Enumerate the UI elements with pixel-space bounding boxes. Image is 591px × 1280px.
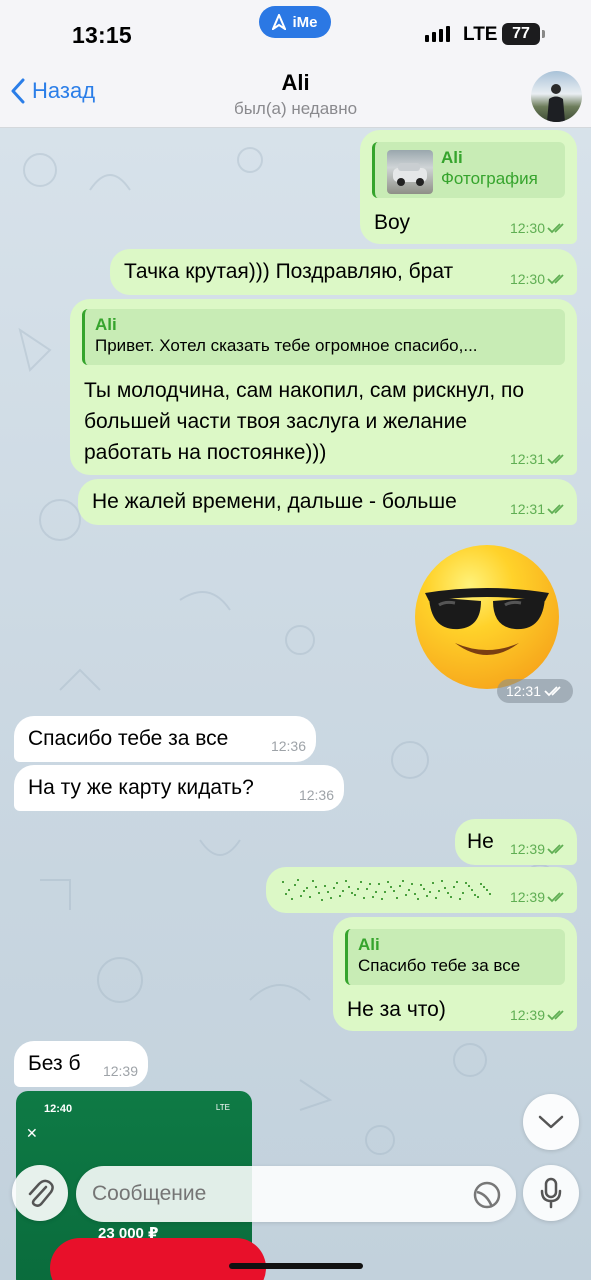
reply-author: Ali: [441, 148, 463, 167]
top-bar: 13:15 iMe LTE 77 Назад Ali был(а) недавн…: [0, 0, 591, 128]
message-bubble[interactable]: Ali Фотография Воу 12:30: [360, 130, 577, 244]
message-meta: 12:39: [103, 1063, 138, 1079]
reply-quote[interactable]: Ali Спасибо тебе за все: [345, 929, 565, 985]
message-time: 12:31: [505, 683, 542, 699]
double-check-icon: [547, 504, 564, 515]
microphone-icon: [540, 1177, 562, 1209]
message-meta: 12:36: [271, 738, 306, 754]
reply-photo-thumbnail: [387, 150, 433, 194]
screenshot-network: LTE: [215, 1103, 230, 1112]
message-text: Тачка крутая))) Поздравляю, брат: [124, 260, 454, 283]
battery-level: 77: [512, 25, 530, 42]
message-time: 12:30: [509, 271, 545, 287]
message-time: 12:30: [509, 220, 545, 236]
double-check-icon: [547, 892, 564, 903]
message-bubble[interactable]: Ali Привет. Хотел сказать тебе огромное …: [70, 299, 577, 475]
microphone-button[interactable]: [523, 1165, 579, 1221]
screenshot-time: 12:40: [44, 1103, 73, 1115]
message-meta: 12:31: [497, 679, 573, 703]
message-time: 12:31: [509, 501, 545, 517]
message-meta: 12:39: [510, 1007, 567, 1023]
message-bubble[interactable]: 12:39: [266, 867, 577, 913]
message-meta: 12:39: [510, 841, 567, 857]
message-bubble[interactable]: Без б 12:39: [14, 1041, 148, 1087]
message-meta: 12:39: [510, 889, 567, 905]
message-text: Спасибо тебе за все: [28, 727, 229, 750]
message-text: Без б: [28, 1052, 81, 1075]
double-check-icon: [547, 223, 564, 234]
message-text: Воу: [374, 211, 410, 234]
sunglasses-emoji-icon[interactable]: [415, 545, 559, 689]
status-time: 13:15: [72, 22, 132, 48]
double-check-icon: [547, 1010, 564, 1021]
double-check-icon: [547, 844, 564, 855]
avatar[interactable]: [531, 71, 582, 122]
attach-button[interactable]: [12, 1165, 68, 1221]
message-text: На ту же карту кидать?: [28, 776, 254, 799]
signal-icon: [425, 26, 450, 42]
message-time: 12:36: [298, 787, 334, 803]
sticker-icon: [473, 1181, 501, 1209]
double-check-icon: [547, 274, 564, 285]
double-check-icon: [547, 454, 564, 465]
reply-author: Ali: [95, 315, 117, 334]
spoiler-text[interactable]: [280, 877, 496, 903]
chat-title[interactable]: Ali: [0, 70, 591, 96]
message-composer: [0, 1152, 591, 1280]
reply-author: Ali: [358, 935, 380, 954]
home-indicator: [229, 1263, 363, 1269]
chevron-down-icon: [538, 1115, 564, 1129]
message-bubble[interactable]: На ту же карту кидать? 12:36: [14, 765, 344, 811]
message-time: 12:39: [509, 1007, 545, 1023]
reply-text: Спасибо тебе за все: [358, 956, 521, 975]
message-time: 12:31: [509, 451, 545, 467]
message-text: Не за что): [347, 998, 446, 1021]
message-meta: 12:30: [510, 220, 567, 236]
sticker-button[interactable]: [472, 1180, 502, 1215]
battery-icon: 77: [502, 23, 545, 45]
message-time: 12:36: [270, 738, 306, 754]
message-meta: 12:31: [510, 451, 567, 467]
message-meta: 12:30: [510, 271, 567, 287]
message-bubble[interactable]: Не 12:39: [455, 819, 577, 865]
network-label: LTE: [463, 24, 498, 45]
message-bubble[interactable]: Спасибо тебе за все 12:36: [14, 716, 316, 762]
ime-badge[interactable]: iMe: [259, 6, 331, 38]
message-bubble[interactable]: Ali Спасибо тебе за все Не за что) 12:39: [333, 917, 577, 1031]
avatar-person-icon: [547, 84, 565, 122]
message-bubble[interactable]: Не жалей времени, дальше - больше 12:31: [78, 479, 577, 525]
message-bubble[interactable]: Тачка крутая))) Поздравляю, брат 12:30: [110, 249, 577, 295]
reply-quote[interactable]: Ali Привет. Хотел сказать тебе огромное …: [82, 309, 565, 365]
message-input[interactable]: [76, 1166, 516, 1222]
message-text: Не жалей времени, дальше - больше: [92, 490, 457, 513]
double-check-icon: [544, 686, 561, 697]
screenshot-close-icon: ✕: [26, 1125, 38, 1141]
message-time: 12:39: [509, 889, 545, 905]
message-meta: 12:31: [510, 501, 567, 517]
paperclip-icon: [28, 1179, 54, 1207]
message-text: Ты молодчина, сам накопил, сам рискнул, …: [84, 379, 525, 464]
reply-text: Привет. Хотел сказать тебе огромное спас…: [95, 336, 478, 355]
reply-text: Фотография: [441, 169, 538, 188]
message-meta: 12:36: [299, 787, 334, 803]
chat-status: был(а) недавно: [233, 99, 358, 118]
message-time: 12:39: [102, 1063, 138, 1079]
scroll-down-button[interactable]: [523, 1094, 579, 1150]
message-text: Не: [467, 830, 494, 853]
ime-badge-label: iMe: [292, 13, 318, 31]
message-time: 12:39: [509, 841, 545, 857]
ime-logo-icon: [272, 14, 287, 30]
